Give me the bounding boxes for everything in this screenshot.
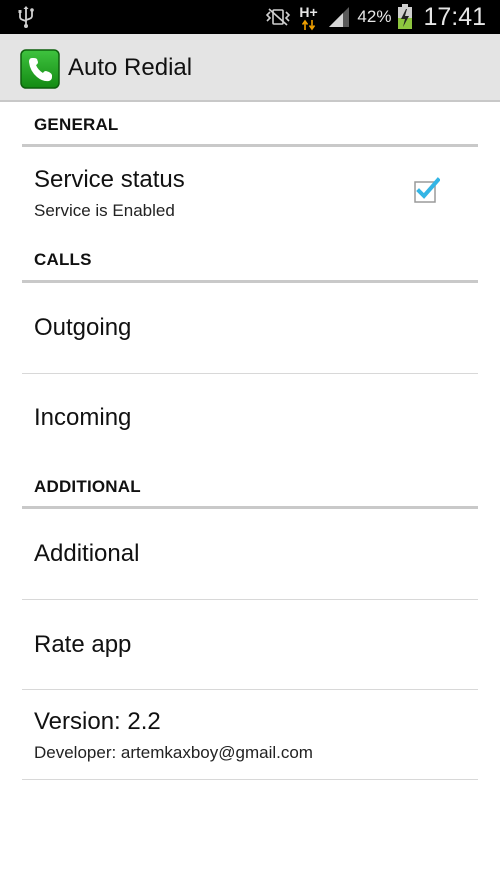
- network-type-indicator: H+: [299, 2, 319, 32]
- service-status-summary: Service is Enabled: [34, 201, 175, 220]
- action-bar: Auto Redial: [0, 34, 500, 102]
- section-header-calls: CALLS: [22, 238, 478, 283]
- rate-app-row[interactable]: Rate app: [22, 600, 478, 689]
- outgoing-row[interactable]: Outgoing: [22, 283, 478, 373]
- status-icons: H+: [265, 2, 351, 32]
- section-header-additional: ADDITIONAL: [22, 464, 478, 509]
- outgoing-title: Outgoing: [34, 314, 132, 341]
- section-header-label: CALLS: [34, 250, 92, 269]
- developer-summary: Developer: artemkaxboy@gmail.com: [34, 743, 313, 762]
- service-status-title: Service status: [34, 166, 185, 193]
- rate-app-title: Rate app: [34, 631, 132, 658]
- vibrate-icon: [266, 8, 291, 26]
- section-header-label: GENERAL: [34, 115, 119, 134]
- status-bar: H+ 42% 17:41: [0, 0, 500, 34]
- divider: [22, 779, 478, 780]
- battery-percent: 42%: [357, 7, 392, 26]
- phone-icon: [20, 49, 60, 89]
- status-right: H+ 42% 17:41: [265, 0, 486, 34]
- incoming-row[interactable]: Incoming: [22, 374, 478, 462]
- data-arrows-icon: [302, 19, 316, 31]
- additional-row[interactable]: Additional: [22, 509, 478, 599]
- version-row[interactable]: Version: 2.2 Developer: artemkaxboy@gmai…: [22, 690, 478, 779]
- service-status-row[interactable]: Service status Service is Enabled: [22, 147, 478, 237]
- clock: 17:41: [423, 2, 486, 31]
- section-header-label: ADDITIONAL: [34, 477, 141, 496]
- additional-title: Additional: [34, 540, 140, 567]
- network-type-label: H+: [299, 4, 318, 20]
- section-header-general: GENERAL: [22, 102, 478, 147]
- app-title: Auto Redial: [68, 54, 193, 81]
- signal-icon: [329, 7, 350, 27]
- battery-charging-icon: [398, 4, 413, 29]
- usb-icon: [18, 6, 34, 28]
- incoming-title: Incoming: [34, 404, 132, 431]
- service-status-checkbox[interactable]: [414, 177, 440, 203]
- version-title: Version: 2.2: [34, 708, 161, 735]
